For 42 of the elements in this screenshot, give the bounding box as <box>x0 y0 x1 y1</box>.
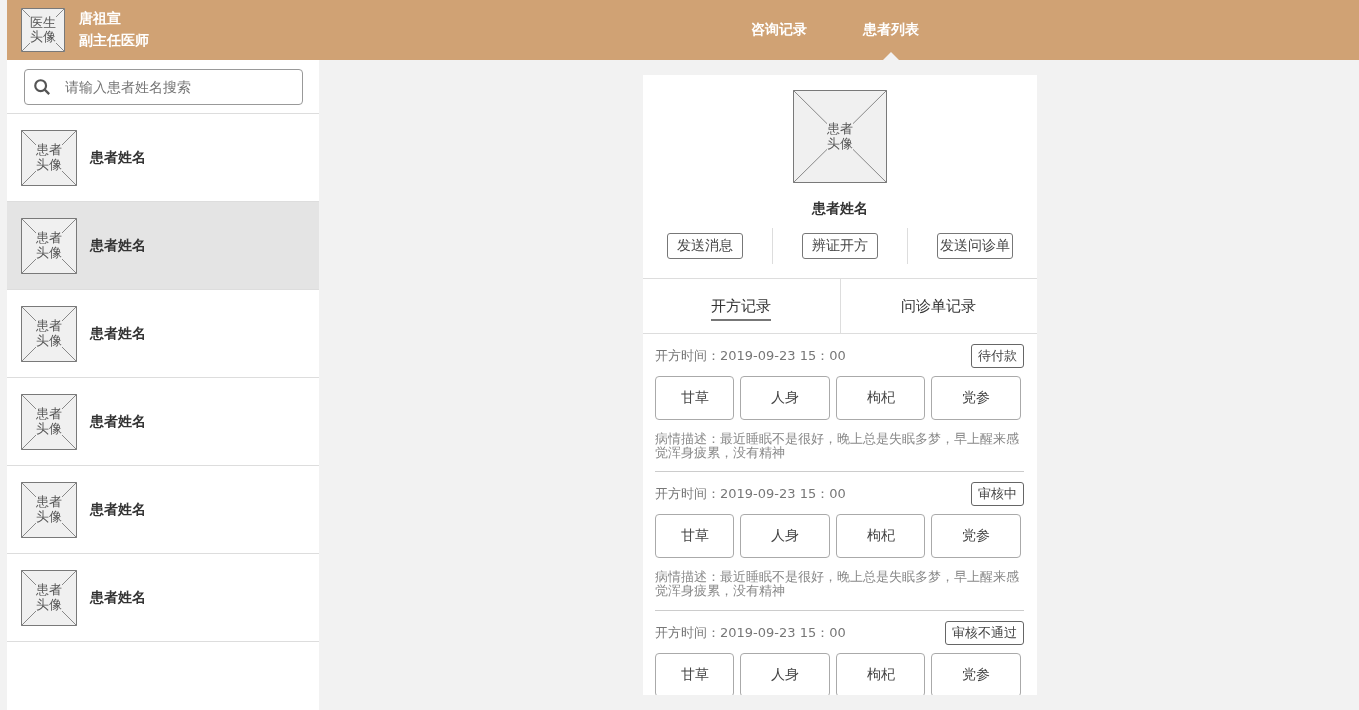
patient-list-item[interactable]: 患者头像 患者姓名 <box>7 114 319 202</box>
herb-tag: 党参 <box>931 514 1021 559</box>
avatar-label: 患者头像 <box>36 143 62 172</box>
herb-tag: 人身 <box>740 652 830 695</box>
avatar-label: 医生头像 <box>30 15 56 45</box>
action-button[interactable]: 发送问诊单 <box>937 233 1013 259</box>
avatar-label: 患者头像 <box>36 583 62 612</box>
condition-description: 病情描述：最近睡眠不是很好，晚上总是失眠多梦，早上醒来感觉浑身疲累，没有精神 <box>655 570 1020 598</box>
search-icon <box>33 78 51 96</box>
patient-list-item[interactable]: 患者头像 患者姓名 <box>7 290 319 378</box>
avatar-label: 患者头像 <box>36 319 62 348</box>
prescription-time: 开方时间：2019-09-23 15：00 <box>655 347 846 365</box>
avatar-label: 患者头像 <box>36 407 62 436</box>
herb-tag: 人身 <box>740 514 830 559</box>
search-field[interactable]: 请输入患者姓名搜索 <box>24 69 303 105</box>
herb-tag: 枸杞 <box>836 514 925 559</box>
status-tag: 审核不通过 <box>945 620 1024 645</box>
patient-list-item[interactable]: 患者头像 患者姓名 <box>7 378 319 466</box>
herb-tag: 枸杞 <box>836 652 925 695</box>
herb-tag: 党参 <box>931 652 1021 695</box>
herb-tag: 甘草 <box>655 376 734 420</box>
herb-tag: 人身 <box>740 376 830 420</box>
herb-tag: 甘草 <box>655 514 734 559</box>
herb-tag: 甘草 <box>655 652 734 695</box>
prescription-time: 开方时间：2019-09-23 15：00 <box>655 485 846 504</box>
herb-tag: 枸杞 <box>836 376 925 420</box>
patient-name: 患者姓名 <box>812 200 868 218</box>
action-button[interactable]: 辨证开方 <box>802 233 878 259</box>
status-tag: 审核中 <box>971 482 1024 507</box>
avatar-label: 患者头像 <box>36 495 62 524</box>
prescription-time: 开方时间：2019-09-23 15：00 <box>655 623 846 642</box>
doctor-title: 副主任医师 <box>79 32 149 50</box>
doctor-name: 唐祖宣 <box>79 10 122 28</box>
patient-list-item[interactable]: 患者头像 患者姓名 <box>7 554 319 642</box>
condition-description: 病情描述：最近睡眠不是很好，晚上总是失眠多梦，早上醒来感觉浑身疲累，没有精神 <box>655 432 1020 460</box>
herb-tag: 党参 <box>931 376 1021 420</box>
patient-list-item[interactable]: 患者头像 患者姓名 <box>7 466 319 554</box>
patient-list-item[interactable]: 患者头像 患者姓名 <box>7 202 319 290</box>
status-tag: 待付款 <box>971 344 1024 368</box>
action-button[interactable]: 发送消息 <box>667 233 743 259</box>
avatar-label: 患者头像 <box>827 122 853 151</box>
avatar-label: 患者头像 <box>36 231 62 260</box>
